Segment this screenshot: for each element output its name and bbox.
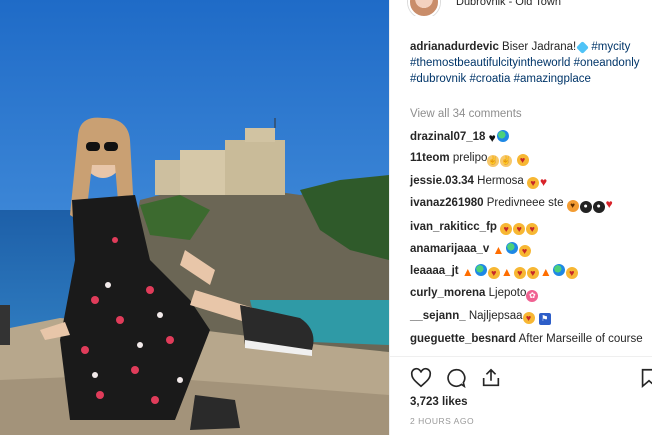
gem-icon bbox=[576, 41, 590, 54]
comment-username[interactable]: curly_morena bbox=[410, 287, 485, 299]
fire-icon: ▲ bbox=[461, 265, 474, 279]
fire-icon: ▲ bbox=[492, 243, 505, 257]
post-timestamp: 2 HOURS AGO bbox=[410, 416, 475, 426]
comment-list: drazinal07_18 ♥ 11teom prelipo✌ ✌ ♥ jessi… bbox=[410, 130, 650, 353]
caption-username[interactable]: adrianadurdevic bbox=[410, 41, 499, 53]
globe-icon bbox=[474, 264, 487, 276]
bomb-icon: ● bbox=[579, 201, 592, 213]
comment: curly_morena Ljepoto ✿ bbox=[410, 286, 650, 302]
heart-eyes-icon: ♥ bbox=[565, 267, 578, 279]
comment: leaaaa_jt ▲ ♥ ▲ ♥ ♥ ▲ ♥ bbox=[410, 264, 650, 279]
fire-icon: ▲ bbox=[539, 265, 552, 279]
heart-eyes-icon: ♥ bbox=[487, 267, 500, 279]
comment-text: Hermosa bbox=[477, 175, 524, 187]
hashtag-mycity[interactable]: #mycity bbox=[591, 41, 630, 53]
post-actions bbox=[390, 356, 652, 397]
black-heart-icon: ♥ bbox=[488, 131, 496, 145]
comment-username[interactable]: jessie.03.34 bbox=[410, 175, 474, 187]
heart-eyes-icon: ♥ bbox=[522, 312, 535, 324]
heart-icon[interactable] bbox=[410, 367, 432, 389]
hashtag-themostbeautifulcityintheworld[interactable]: #themostbeautifulcityintheworld bbox=[410, 57, 570, 69]
bookmark-icon[interactable] bbox=[638, 367, 652, 389]
ok-hand-icon: ✌ bbox=[487, 155, 500, 167]
avatar[interactable] bbox=[408, 0, 440, 16]
red-heart-icon: ♥ bbox=[540, 175, 548, 189]
heart-eyes-icon: ♥ bbox=[500, 223, 513, 235]
photo-scene bbox=[0, 0, 389, 435]
post-photo[interactable] bbox=[0, 0, 389, 435]
comment-username[interactable]: ivanaz261980 bbox=[410, 197, 484, 209]
cat-icon: ♥ bbox=[566, 200, 579, 212]
comment-text: After Marseille of course bbox=[518, 333, 643, 345]
globe-icon bbox=[552, 264, 565, 276]
post-header: Dubrovnik - Old Town bbox=[390, 0, 652, 16]
globe-icon bbox=[505, 242, 518, 254]
comment-username[interactable]: ivan_rakiticc_fp bbox=[410, 221, 497, 233]
fire-icon: ▲ bbox=[500, 265, 513, 279]
comment: anamarijaaa_v ▲ ♥ bbox=[410, 242, 650, 257]
heart-eyes-icon: ♥ bbox=[513, 267, 526, 279]
hashtag-croatia[interactable]: #croatia bbox=[469, 73, 510, 85]
comment-username[interactable]: 11teom bbox=[410, 152, 450, 164]
comment: 11teom prelipo✌ ✌ ♥ bbox=[410, 151, 650, 167]
globe-icon bbox=[496, 130, 509, 142]
heart-eyes-icon: ♥ bbox=[516, 154, 529, 166]
hashtag-dubrovnik[interactable]: #dubrovnik bbox=[410, 73, 466, 85]
comment: __sejann_ Najljepsaa ♥ ⚑ bbox=[410, 309, 650, 325]
like-count[interactable]: 3,723 likes bbox=[410, 396, 468, 408]
comment: ivan_rakiticc_fp ♥ ♥ ♥ bbox=[410, 220, 650, 235]
caption-text: Biser Jadrana! bbox=[502, 41, 577, 53]
comment-username[interactable]: gueguette_besnard bbox=[410, 333, 516, 345]
ok-hand-icon: ✌ bbox=[500, 155, 513, 167]
heart-eyes-icon: ♥ bbox=[526, 267, 539, 279]
comment: gueguette_besnard After Marseille of cou… bbox=[410, 332, 650, 346]
comment-username[interactable]: drazinal07_18 bbox=[410, 131, 485, 143]
heart-eyes-icon: ♥ bbox=[513, 223, 526, 235]
flag-icon: ⚑ bbox=[538, 313, 551, 325]
comment: jessie.03.34 Hermosa ♥ ♥ bbox=[410, 174, 650, 189]
red-heart-icon: ♥ bbox=[605, 197, 613, 211]
hashtag-amazingplace[interactable]: #amazingplace bbox=[514, 73, 591, 85]
comment-username[interactable]: __sejann_ bbox=[410, 310, 466, 322]
comment-text: Predivneee ste bbox=[486, 197, 564, 209]
post-caption: adrianadurdevic Biser Jadrana! #mycity #… bbox=[410, 39, 650, 87]
bomb-icon: ● bbox=[592, 201, 605, 213]
comment-username[interactable]: anamarijaaa_v bbox=[410, 243, 489, 255]
hashtag-oneandonly[interactable]: #oneandonly bbox=[574, 57, 640, 69]
comment-username[interactable]: leaaaa_jt bbox=[410, 265, 459, 277]
location-link[interactable]: Dubrovnik - Old Town bbox=[456, 0, 561, 8]
view-all-comments-link[interactable]: View all 34 comments bbox=[410, 108, 522, 120]
comment-icon[interactable] bbox=[445, 367, 467, 389]
post-sidebar: Dubrovnik - Old Town adrianadurdevic Bis… bbox=[389, 0, 652, 435]
comment-text: Ljepoto bbox=[488, 287, 527, 299]
heart-eyes-icon: ♥ bbox=[526, 223, 539, 235]
heart-eyes-icon: ♥ bbox=[518, 245, 531, 257]
flower-icon: ✿ bbox=[526, 290, 539, 302]
share-icon[interactable] bbox=[480, 367, 502, 389]
comment-text: prelipo bbox=[452, 152, 488, 164]
comment: ivanaz261980 Predivneee ste ♥ ● ● ♥ bbox=[410, 196, 650, 213]
comment-text: Najljepsaa bbox=[468, 310, 523, 322]
comment: drazinal07_18 ♥ bbox=[410, 130, 650, 144]
heart-eyes-icon: ♥ bbox=[527, 177, 540, 189]
